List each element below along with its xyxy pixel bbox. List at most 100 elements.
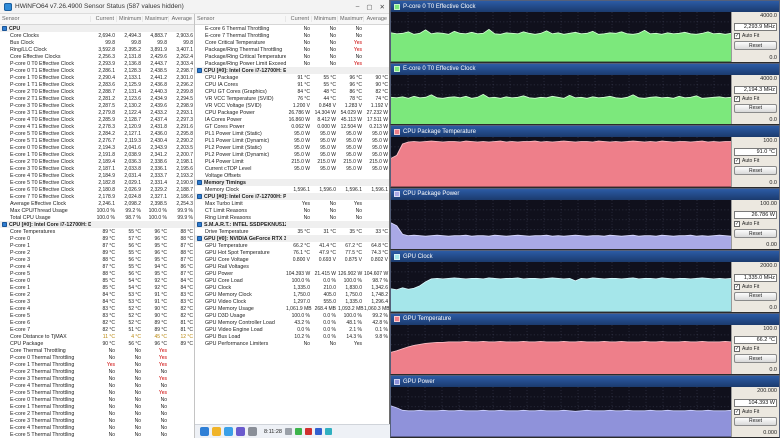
graph-title-bar[interactable]: GPU Clock	[391, 251, 779, 262]
column-header-current[interactable]: Current	[91, 16, 117, 22]
sensor-row[interactable]: Package/Ring Power Limit ExceededNoNoYes	[195, 60, 389, 67]
sensor-row[interactable]: Ring Limit ReasonsNoNoNo	[195, 214, 389, 221]
column-header-row[interactable]: SensorCurrentMinimumMaximumAverage	[0, 14, 194, 25]
reset-button[interactable]: Reset	[734, 292, 777, 301]
sensor-row[interactable]: CPU Package Power26.786 W14.304 W54.029 …	[195, 109, 389, 116]
sensor-row[interactable]: Voltage Offsets	[195, 172, 389, 179]
sensor-row[interactable]: GPU Memory Usage1,061.9 MB268.4 MB1,093.…	[195, 305, 389, 312]
sensor-row[interactable]: PL2 Power Limit (Static)95.0 W95.0 W95.0…	[195, 144, 389, 151]
hwinfo-title-bar[interactable]: HWiNFO64 v7.26.4900 Sensor Status (587 v…	[0, 0, 389, 14]
sensor-row[interactable]: GPU Temperature66.2 °C41.4 °C67.2 °C64.8…	[195, 242, 389, 249]
sensor-row[interactable]: E-core 6 T0 Effective Clock2,180.82,026.…	[0, 186, 194, 193]
reset-button[interactable]: Reset	[734, 229, 777, 238]
sensor-row[interactable]: Drive Temperature35 °C31 °C35 °C33 °C	[195, 228, 389, 235]
column-header-sensor[interactable]: Sensor	[195, 16, 286, 22]
sensor-row[interactable]: E-core 6 Thermal ThrottlingNoNoNo	[195, 25, 389, 32]
graph-title-bar[interactable]: CPU Package Temperature	[391, 126, 779, 137]
reset-button[interactable]: Reset	[734, 417, 777, 426]
sensor-group-header[interactable]: CPU [#0]: Intel Core i7-12700H: Perfor…	[195, 193, 389, 200]
sensor-row[interactable]: P-core 2 T0 Effective Clock2,288.72,131.…	[0, 88, 194, 95]
auto-fit-checkbox[interactable]: ✓Auto Fit	[734, 158, 777, 164]
sensor-row[interactable]: P-core 3 T1 Effective Clock2,279.82,122.…	[0, 109, 194, 116]
sensor-row[interactable]: P-core 1 T0 Effective Clock2,290.42,133.…	[0, 74, 194, 81]
sensor-row[interactable]: VR VCC Voltage (SVID)1.200 V0.848 V1.283…	[195, 102, 389, 109]
tray-sensor-red-icon[interactable]	[305, 428, 312, 435]
sensor-row[interactable]: GPU Core Voltage0.800 V0.693 V0.875 V0.8…	[195, 256, 389, 263]
column-header-minimum[interactable]: Minimum	[117, 16, 143, 22]
sensor-row[interactable]: E-core 483 °C52 °C90 °C82 °C	[0, 305, 194, 312]
tray-sensor-cyan-icon[interactable]	[325, 428, 332, 435]
sensor-row[interactable]: GPU Video Clock1,297.0555.01,335.01,296.…	[195, 298, 389, 305]
reset-button[interactable]: Reset	[734, 166, 777, 175]
sensor-row[interactable]: GPU Performance LimitersNoNoYes	[195, 340, 389, 347]
tray-sensor-blue-icon[interactable]	[315, 428, 322, 435]
sensor-row[interactable]: VR VCC Temperature (SVID)76 °C44 °C78 °C…	[195, 95, 389, 102]
sensor-row[interactable]: P-core 089 °C57 °C96 °C88 °C	[0, 235, 194, 242]
sensor-row[interactable]: P-core 1 T1 Effective Clock2,283.62,125.…	[0, 81, 194, 88]
sensor-row[interactable]: PL2 Power Limit (Dynamic)95.0 W95.0 W95.…	[195, 151, 389, 158]
sensor-row[interactable]: Core Critical TemperatureNoNoYes	[195, 39, 389, 46]
sensor-row[interactable]: Current cTDP Level95.0 W95.0 W95.0 W95.0…	[195, 165, 389, 172]
sensor-row[interactable]: GPU Hot Spot Temperature76.1 °C47.9 °C77…	[195, 249, 389, 256]
column-header-average[interactable]: Average	[169, 16, 195, 22]
sensor-row[interactable]: CPU IA Cores91 °C55 °C96 °C90 °C	[195, 81, 389, 88]
sensor-row[interactable]: P-core 4 T1 Effective Clock2,278.32,120.…	[0, 123, 194, 130]
hwinfo-app-icon[interactable]	[224, 427, 233, 436]
column-header-maximum[interactable]: Maximum	[338, 16, 364, 22]
column-header-minimum[interactable]: Minimum	[312, 16, 338, 22]
sensor-group-header[interactable]: CPU [#0]: Intel Core i7-12700H: Enhan…	[195, 67, 389, 74]
close-button[interactable]: ✕	[380, 3, 385, 11]
sensor-row[interactable]: E-core 3 Thermal ThrottlingNoNoNo	[0, 417, 194, 424]
graph-title-bar[interactable]: CPU Package Power	[391, 189, 779, 200]
sensor-row[interactable]: P-core 388 °C56 °C95 °C87 °C	[0, 256, 194, 263]
auto-fit-checkbox[interactable]: ✓Auto Fit	[734, 284, 777, 290]
sensor-row[interactable]: GPU Video Engine Load0.0 %0.0 %2.1 %0.1 …	[195, 326, 389, 333]
sensor-row[interactable]: Core Thermal ThrottlingNoNoYes	[0, 347, 194, 354]
sensor-row[interactable]: P-core 5 T1 Effective Clock2,276.72,119.…	[0, 137, 194, 144]
sensor-row[interactable]: P-core 2 T1 Effective Clock2,281.22,123.…	[0, 95, 194, 102]
monitor-app-icon[interactable]	[236, 427, 245, 436]
sensor-row[interactable]: E-core 0 T0 Effective Clock2,194.32,041.…	[0, 144, 194, 151]
sensor-row[interactable]: Average Effective Clock2,246.12,098.22,3…	[0, 200, 194, 207]
sensor-row[interactable]: GPU Memory Controller Load43.2 %0.0 %48.…	[195, 319, 389, 326]
sensor-row[interactable]: E-core 5 Thermal ThrottlingNoNoNo	[0, 431, 194, 438]
sensor-row[interactable]: P-core 3 T0 Effective Clock2,287.52,130.…	[0, 102, 194, 109]
sensor-group-header[interactable]: CPU [#0]: Intel Core i7-12700H: DTS	[0, 221, 194, 228]
sensor-row[interactable]: E-core 2 T0 Effective Clock2,189.42,036.…	[0, 158, 194, 165]
sensor-row[interactable]: E-core 185 °C54 °C92 °C84 °C	[0, 284, 194, 291]
sensor-row[interactable]: E-core 7 T0 Effective Clock2,178.92,024.…	[0, 193, 194, 200]
sensor-row[interactable]: PL1 Power Limit (Dynamic)95.0 W95.0 W95.…	[195, 137, 389, 144]
taskbar-clock[interactable]: 8:11:28	[264, 429, 282, 435]
sensor-row[interactable]: IA Cores Power16.860 W8.412 W45.113 W17.…	[195, 116, 389, 123]
column-header-maximum[interactable]: Maximum	[143, 16, 169, 22]
sensor-row[interactable]: P-core 4 Thermal ThrottlingNoNoNo	[0, 382, 194, 389]
sensor-row[interactable]: GPU Bus Load10.2 %0.0 %14.3 %9.8 %	[195, 333, 389, 340]
sensor-row[interactable]: P-core 1 Thermal ThrottlingYesNoYes	[0, 361, 194, 368]
auto-fit-checkbox[interactable]: ✓Auto Fit	[734, 409, 777, 415]
sensor-row[interactable]: P-core 5 T0 Effective Clock2,284.22,127.…	[0, 130, 194, 137]
sensor-row[interactable]: GPU Rail Voltages	[195, 263, 389, 270]
maximize-button[interactable]: ▢	[366, 3, 372, 11]
sensor-row[interactable]: E-core 2 Thermal ThrottlingNoNoNo	[0, 410, 194, 417]
minimize-button[interactable]: –	[356, 3, 360, 11]
column-header-average[interactable]: Average	[364, 16, 389, 22]
start-icon[interactable]	[200, 427, 209, 436]
sensor-row[interactable]: PL1 Power Limit (Static)95.0 W95.0 W95.0…	[195, 130, 389, 137]
sensor-row[interactable]: Core Clocks2,694.02,494.34,883.72,903.6	[0, 32, 194, 39]
sensor-row[interactable]: Core Temperatures89 °C55 °C96 °C88 °C	[0, 228, 194, 235]
sensor-row[interactable]: E-core 4 T0 Effective Clock2,184.92,031.…	[0, 172, 194, 179]
sensor-row[interactable]: Package/Ring Thermal ThrottlingNoNoYes	[195, 46, 389, 53]
column-header-current[interactable]: Current	[286, 16, 312, 22]
auto-fit-checkbox[interactable]: ✓Auto Fit	[734, 96, 777, 102]
sensor-row[interactable]: P-core 0 T0 Effective Clock2,293.92,136.…	[0, 60, 194, 67]
sensor-row[interactable]: Package/Ring Critical TemperatureNoNoNo	[195, 53, 389, 60]
sensor-row[interactable]: CPU GT Cores (Graphics)84 °C48 °C86 °C82…	[195, 88, 389, 95]
column-header-row[interactable]: SensorCurrentMinimumMaximumAverage	[195, 14, 389, 25]
sensor-row[interactable]: CT Limit ReasonsNoNoNo	[195, 207, 389, 214]
sensor-row[interactable]: E-core 583 °C52 °C90 °C82 °C	[0, 312, 194, 319]
sensor-row[interactable]: PL4 Power Limit215.0 W215.0 W215.0 W215.…	[195, 158, 389, 165]
sensor-row[interactable]: P-core 3 Thermal ThrottlingNoNoYes	[0, 375, 194, 382]
sensor-row[interactable]: GPU Power104.393 W21.415 W126.902 W104.6…	[195, 270, 389, 277]
sensor-row[interactable]: Core Effective Clocks2,256.32,131.82,429…	[0, 53, 194, 60]
graph-title-bar[interactable]: GPU Power	[391, 376, 779, 387]
